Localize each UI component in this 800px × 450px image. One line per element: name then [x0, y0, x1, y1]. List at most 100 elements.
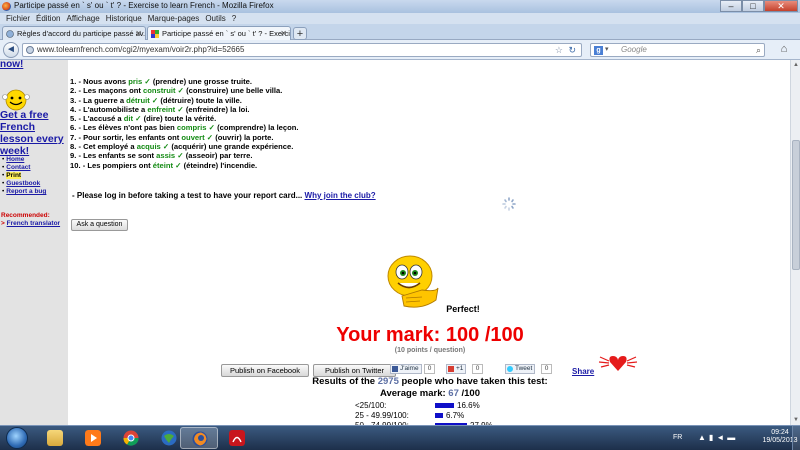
chrome-icon	[123, 430, 139, 446]
join-club-link[interactable]: Why join the club?	[305, 191, 376, 200]
globe-icon	[6, 30, 14, 38]
answer-after: (construire) une belle villa.	[184, 86, 283, 96]
scroll-down-icon[interactable]: ▼	[792, 416, 800, 424]
answer-after: (dire) toute la vérité.	[141, 114, 217, 124]
minimize-button[interactable]: –	[720, 0, 742, 12]
back-button[interactable]: ◄	[3, 42, 19, 58]
contact-link[interactable]: Contact	[6, 164, 30, 171]
print-link[interactable]: Print	[6, 172, 22, 179]
recommended-label: Recommended:	[1, 212, 50, 219]
volume-icon[interactable]: ◄	[716, 433, 727, 442]
home-button[interactable]: ⌂	[776, 43, 792, 57]
taskbar-chrome[interactable]	[112, 427, 150, 449]
scroll-up-icon[interactable]: ▲	[792, 61, 800, 69]
window-controls: – □ ✕	[720, 0, 798, 12]
search-icon[interactable]: ⌕	[756, 44, 761, 56]
facebook-like-button[interactable]: J'aime	[390, 364, 422, 374]
url-bar[interactable]: www.tolearnfrench.com/cgi2/myexam/voir2r…	[22, 43, 582, 57]
answer-row: 3. - La guerre a détruit ✓ (détruire) to…	[70, 96, 299, 105]
points-per-question: (10 points / question)	[394, 347, 466, 354]
taskbar-media-player[interactable]	[74, 427, 112, 449]
answer-row: 6. - Les élèves n'ont pas bien compris ✓…	[70, 123, 299, 132]
answer-after: (enfreindre) la loi.	[183, 104, 250, 114]
tab-close-icon[interactable]: ✕	[135, 27, 142, 40]
navigation-bar: ◄ www.tolearnfrench.com/cgi2/myexam/voir…	[0, 40, 800, 60]
show-hidden-icon[interactable]: ▲	[698, 433, 709, 442]
share-link[interactable]: Share	[572, 367, 594, 376]
menu-affichage[interactable]: Affichage	[63, 13, 102, 24]
sidebar-item-home: Home	[2, 156, 46, 164]
distribution-bar	[435, 413, 443, 419]
bookmark-star-icon[interactable]: ☆	[555, 44, 563, 56]
google-earth-icon	[161, 430, 177, 446]
site-favicon-icon	[151, 30, 159, 38]
answer-before: - Les pompiers ont	[82, 160, 153, 170]
reload-icon[interactable]: ↻	[568, 44, 576, 56]
menu-marque-pages[interactable]: Marque-pages	[145, 13, 203, 24]
fb-like-count: 0	[424, 364, 435, 374]
tab-participe-passe[interactable]: Participe passé en ` s' ou ` t' ? - Exer…	[147, 26, 291, 40]
google-engine-icon[interactable]: g	[594, 46, 603, 55]
maximize-button[interactable]: □	[742, 0, 764, 12]
scrollbar-thumb[interactable]	[792, 140, 800, 270]
arrow-icon: >	[1, 220, 5, 227]
search-placeholder: Google	[621, 45, 647, 54]
search-input[interactable]: g ▾ Google ⌕	[590, 43, 765, 57]
menu-historique[interactable]: Historique	[103, 13, 145, 24]
taskbar: FR ▲▮◄▬ 09:24 19/05/2013	[0, 425, 800, 450]
tweet-button[interactable]: Tweet	[505, 364, 536, 374]
menu-outils[interactable]: Outils	[202, 13, 228, 24]
taskbar-firefox[interactable]	[180, 427, 218, 449]
taskbar-explorer[interactable]	[36, 427, 74, 449]
answer-word: construit	[143, 86, 176, 96]
language-indicator[interactable]: FR	[673, 434, 682, 441]
ask-question-button[interactable]: Ask a question	[71, 219, 128, 231]
answer-row: 10. - Les pompiers ont éteint ✓ (éteindr…	[70, 161, 299, 170]
menu-fichier[interactable]: Fichier	[3, 13, 33, 24]
twitter-bird-icon	[507, 366, 513, 372]
new-tab-button[interactable]: +	[293, 27, 307, 40]
tab-regles-accord[interactable]: Règles d'accord du participe passé av...…	[2, 26, 146, 40]
free-lesson-link[interactable]: Get a free French lesson every week!	[0, 109, 68, 157]
avg-value: 67	[448, 388, 459, 399]
answer-word: dit	[123, 114, 134, 124]
answer-before: - Cet employé a	[78, 142, 137, 152]
answer-row: 4. - L'automobiliste a enfreint ✓ (enfre…	[70, 105, 299, 114]
score-text: Your mark: 100 /100	[336, 324, 524, 346]
window-title-bar[interactable]: Participe passé en ` s' ou ` t' ? - Exer…	[0, 0, 800, 13]
show-desktop-button[interactable]	[792, 426, 800, 450]
distribution-value: 16.6%	[457, 401, 480, 410]
answer-number: 6.	[70, 123, 77, 133]
french-translator-link[interactable]: French translator	[7, 220, 60, 227]
engine-dropdown-icon[interactable]: ▾	[605, 44, 609, 56]
start-button[interactable]	[6, 427, 28, 449]
home-link[interactable]: Home	[6, 156, 24, 163]
tweet-count: 0	[541, 364, 552, 374]
answer-after: (asseoir) par terre.	[183, 151, 253, 161]
answer-number: 8.	[70, 142, 77, 152]
close-button[interactable]: ✕	[764, 0, 798, 12]
loading-spinner-icon	[502, 197, 516, 211]
sidebar-links: Home Contact Print Guestbook Report a bu…	[2, 156, 46, 196]
report-bug-link[interactable]: Report a bug	[6, 188, 46, 195]
gplus-count: 0	[472, 364, 483, 374]
guestbook-link[interactable]: Guestbook	[6, 180, 40, 187]
answer-before: - Pour sortir, les enfants ont	[78, 132, 182, 142]
distribution-row: 25 - 49.99/100: 6.7%	[355, 411, 464, 421]
google-plus-button[interactable]: +1	[446, 364, 467, 374]
results-suffix: people who have taken this test:	[398, 376, 548, 387]
promo-now-link[interactable]: now!	[0, 60, 23, 70]
taskbar-acrobat[interactable]	[218, 427, 256, 449]
page-scrollbar[interactable]: ▲ ▼	[790, 60, 800, 425]
power-icon[interactable]: ▬	[727, 433, 738, 442]
tab-close-icon[interactable]: ✕	[280, 27, 287, 40]
answer-word: pris	[128, 77, 143, 86]
menu-help[interactable]: ?	[229, 13, 239, 24]
answer-number: 3.	[70, 95, 77, 105]
page-content: now! Get a free French lesson every week…	[0, 60, 790, 425]
menu-edition[interactable]: Édition	[33, 13, 63, 24]
site-identity-icon[interactable]	[26, 46, 34, 54]
answer-word: ouvert	[181, 132, 205, 142]
answer-number: 2.	[70, 86, 77, 96]
answer-word: assis	[156, 151, 176, 161]
